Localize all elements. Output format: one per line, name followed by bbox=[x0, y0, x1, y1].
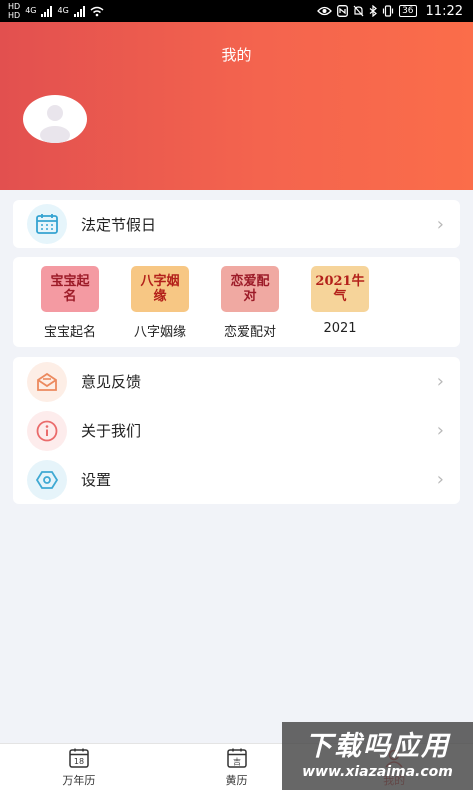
status-bar: HD HD 4G 4G 36 11:22 bbox=[0, 0, 473, 22]
apps-card: 宝宝起名 宝宝起名 八字姻缘 八字姻缘 恋爱配对 恋爱配对 2021牛气 202… bbox=[13, 257, 460, 347]
almanac-tab-glyph: 吉 bbox=[233, 758, 241, 767]
settings-icon bbox=[27, 459, 67, 500]
hd-tag: HD bbox=[8, 1, 21, 11]
network-type: 4G bbox=[25, 6, 37, 15]
chevron-right-icon: › bbox=[436, 420, 444, 441]
app-label: 恋爱配对 bbox=[223, 325, 276, 340]
app-label: 八字姻缘 bbox=[133, 325, 186, 340]
menu-item-settings[interactable]: 设置 › bbox=[13, 455, 460, 504]
baby-naming-icon: 宝宝起名 bbox=[41, 266, 99, 312]
vibrate-icon bbox=[382, 5, 394, 17]
page-title: 我的 bbox=[221, 46, 252, 64]
info-icon bbox=[27, 410, 67, 451]
eye-icon bbox=[317, 6, 332, 16]
menu-label: 意见反馈 bbox=[81, 373, 142, 391]
app-love-match[interactable]: 恋爱配对 恋爱配对 bbox=[205, 266, 295, 340]
avatar[interactable] bbox=[23, 95, 87, 143]
calendar-tab-day: 18 bbox=[74, 757, 84, 766]
love-match-icon: 恋爱配对 bbox=[221, 266, 279, 312]
menu-item-about[interactable]: 关于我们 › bbox=[13, 406, 460, 455]
holiday-card[interactable]: 法定节假日 › bbox=[13, 200, 460, 248]
chevron-right-icon: › bbox=[436, 371, 444, 392]
watermark: 下载吗应用 www.xiazaima.com bbox=[282, 722, 473, 790]
chevron-right-icon: › bbox=[436, 213, 444, 235]
battery-level: 36 bbox=[399, 5, 417, 17]
tab-label: 黄历 bbox=[225, 774, 248, 787]
hd-tag: HD bbox=[8, 10, 21, 20]
profile-header: 我的 bbox=[0, 22, 473, 190]
bazi-marriage-icon: 八字姻缘 bbox=[131, 266, 189, 312]
bluetooth-icon bbox=[369, 5, 378, 17]
signal-icon bbox=[41, 5, 53, 17]
app-label: 宝宝起名 bbox=[43, 325, 96, 340]
calendar-tab-icon: 18 bbox=[69, 748, 89, 768]
settings-menu: 意见反馈 › 关于我们 › 设置 › bbox=[13, 357, 460, 504]
nfc-icon bbox=[337, 5, 349, 17]
mute-icon bbox=[353, 5, 364, 17]
user-icon bbox=[40, 105, 70, 143]
clock: 11:22 bbox=[425, 3, 463, 19]
app-bazi-marriage[interactable]: 八字姻缘 八字姻缘 bbox=[115, 266, 205, 340]
tab-calendar[interactable]: 18 万年历 bbox=[0, 744, 158, 790]
calendar-icon bbox=[27, 204, 67, 244]
holiday-row[interactable]: 法定节假日 › bbox=[13, 200, 460, 248]
menu-label: 设置 bbox=[81, 471, 112, 489]
watermark-url: www.xiazaima.com bbox=[302, 764, 453, 780]
app-2021[interactable]: 2021牛气 2021 bbox=[295, 266, 385, 340]
signal-icon bbox=[73, 5, 85, 17]
almanac-tab-icon: 吉 bbox=[226, 748, 247, 768]
year-2021-icon: 2021牛气 bbox=[311, 266, 369, 312]
menu-item-feedback[interactable]: 意见反馈 › bbox=[13, 357, 460, 406]
wifi-icon bbox=[90, 6, 104, 16]
feedback-icon bbox=[27, 361, 67, 402]
app-baby-naming[interactable]: 宝宝起名 宝宝起名 bbox=[25, 266, 115, 340]
chevron-right-icon: › bbox=[436, 469, 444, 490]
tab-label: 万年历 bbox=[62, 774, 96, 787]
network-type: 4G bbox=[57, 6, 69, 15]
app-label: 2021 bbox=[323, 321, 357, 336]
menu-label: 关于我们 bbox=[81, 422, 142, 440]
holiday-label: 法定节假日 bbox=[81, 215, 157, 234]
watermark-title: 下载吗应用 bbox=[305, 731, 450, 762]
